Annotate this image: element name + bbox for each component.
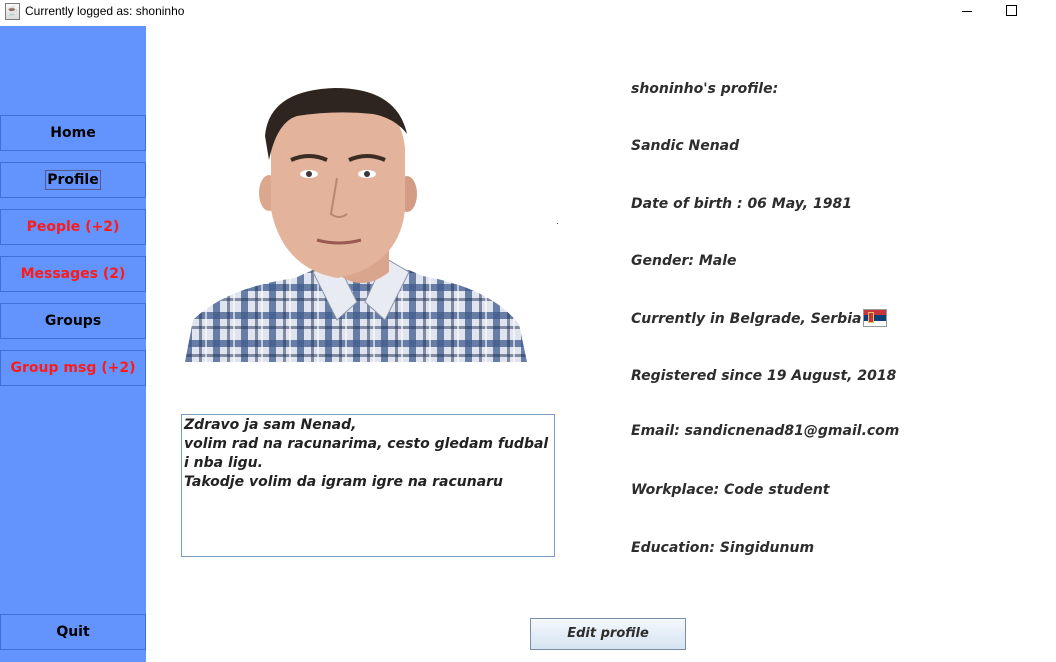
- title-bar: ☕ Currently logged as: shoninho: [0, 0, 1056, 26]
- sidebar-item-label: Group msg (+2): [10, 360, 136, 376]
- profile-workplace: Workplace: Code student: [631, 482, 830, 498]
- sidebar-item-label: Messages (2): [20, 266, 126, 282]
- bio-textarea[interactable]: Zdravo ja sam Nenad, volim rad na racuna…: [181, 414, 555, 557]
- sidebar-item-group-msg[interactable]: Group msg (+2): [0, 350, 146, 386]
- quit-button[interactable]: Quit: [0, 614, 146, 650]
- profile-dob: Date of birth : 06 May, 1981: [631, 196, 852, 212]
- java-icon: ☕: [5, 3, 20, 20]
- profile-photo-image: [185, 88, 527, 362]
- serbia-flag-icon: [863, 309, 888, 327]
- profile-photo: [185, 88, 527, 362]
- profile-education: Education: Singidunum: [631, 540, 815, 556]
- profile-header: shoninho's profile:: [631, 81, 779, 97]
- sidebar-item-people[interactable]: People (+2): [0, 209, 146, 245]
- sidebar-item-groups[interactable]: Groups: [0, 303, 146, 339]
- window-title: Currently logged as: shoninho: [25, 4, 185, 18]
- profile-name: Sandic Nenad: [631, 138, 740, 154]
- quit-button-label: Quit: [56, 624, 90, 640]
- profile-gender: Gender: Male: [631, 253, 737, 269]
- sidebar-item-home[interactable]: Home: [0, 115, 146, 151]
- profile-location-text: Currently in Belgrade, Serbia: [631, 311, 862, 327]
- sidebar: Home Profile People (+2) Messages (2) Gr…: [0, 26, 146, 662]
- sidebar-item-messages[interactable]: Messages (2): [0, 256, 146, 292]
- sidebar-item-label: Groups: [44, 313, 102, 329]
- maximize-icon: [1006, 5, 1017, 16]
- minimize-button[interactable]: [944, 0, 990, 24]
- minimize-icon: [962, 11, 972, 12]
- sidebar-item-label: Profile: [45, 170, 101, 190]
- stray-dot: [557, 223, 558, 224]
- profile-email: Email: sandicnenad81@gmail.com: [631, 423, 900, 439]
- maximize-button[interactable]: [988, 0, 1034, 24]
- profile-location: Currently in Belgrade, Serbia: [631, 309, 888, 328]
- sidebar-item-label: Home: [50, 125, 96, 141]
- edit-profile-button[interactable]: Edit profile: [530, 618, 686, 650]
- profile-registered: Registered since 19 August, 2018: [631, 368, 897, 384]
- sidebar-item-label: People (+2): [26, 219, 120, 235]
- sidebar-item-profile[interactable]: Profile: [0, 162, 146, 198]
